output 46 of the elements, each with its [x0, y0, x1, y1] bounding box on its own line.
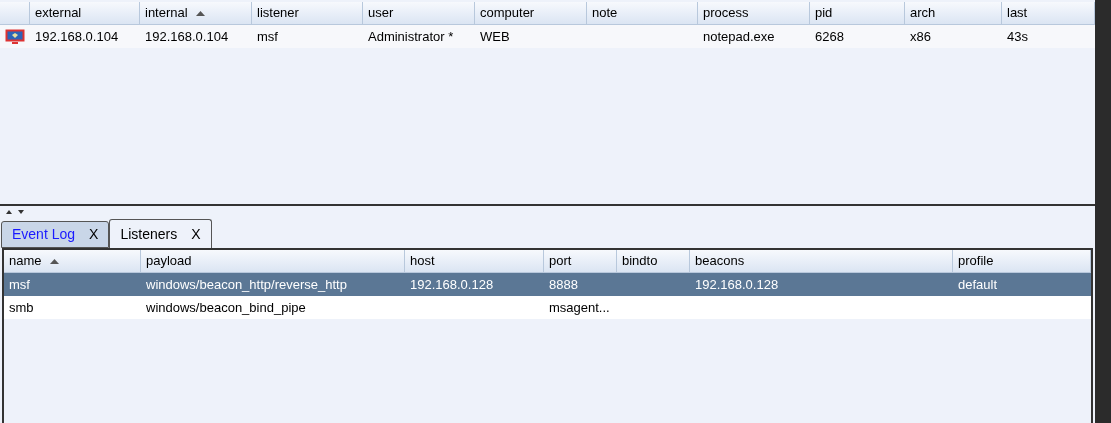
tab[interactable]: Listeners X [109, 219, 212, 248]
table-row[interactable]: smb windows/beacon_bind_pipe msagent... [4, 296, 1091, 319]
column-header[interactable]: computer [475, 2, 587, 24]
table-cell: x86 [910, 28, 931, 44]
expand-down-icon[interactable] [18, 209, 24, 214]
column-header[interactable]: beacons [690, 250, 953, 272]
column-header[interactable]: external [30, 2, 140, 24]
column-header[interactable]: arch [905, 2, 1002, 24]
table-row[interactable]: msf windows/beacon_http/reverse_http 192.168.0.128 8888 192.168.0.128 default [4, 273, 1091, 296]
table-cell: msagent... [549, 299, 610, 315]
sort-ascending-icon [49, 258, 59, 264]
column-header[interactable]: user [363, 2, 475, 24]
column-header[interactable]: pid [810, 2, 905, 24]
table-cell: 6268 [815, 28, 844, 44]
table-cell: notepad.exe [703, 28, 775, 44]
table-cell: default [958, 276, 998, 292]
column-header[interactable]: listener [252, 2, 363, 24]
column-header[interactable]: internal [140, 2, 252, 24]
column-header[interactable]: profile [953, 250, 1091, 272]
column-header[interactable]: process [698, 2, 810, 24]
table-cell: 192.168.0.128 [410, 276, 494, 292]
table-cell: 192.168.0.104 [145, 28, 229, 44]
table-row[interactable]: 192.168.0.104 192.168.0.104 msf Administrator * WEB notepad.exe 6268 x86 43s [0, 25, 1095, 48]
table-cell: WEB [480, 28, 510, 44]
table-cell: 192.168.0.128 [695, 276, 779, 292]
close-tab-button[interactable]: X [191, 223, 201, 245]
table-cell: windows/beacon_bind_pipe [146, 299, 306, 315]
table-cell: 43s [1007, 28, 1028, 44]
column-header[interactable]: port [544, 250, 617, 272]
column-header[interactable]: name [4, 250, 141, 272]
table-cell: windows/beacon_http/reverse_http [146, 276, 347, 292]
table-cell: 8888 [549, 276, 578, 292]
tab[interactable]: Event Log X [1, 221, 110, 248]
table-cell: msf [257, 28, 278, 44]
column-header[interactable]: payload [141, 250, 405, 272]
table-cell: smb [9, 299, 34, 315]
column-header[interactable]: bindto [617, 250, 690, 272]
table-cell: 192.168.0.104 [35, 28, 119, 44]
table-cell: Administrator * [368, 28, 454, 44]
expand-up-icon[interactable] [6, 209, 12, 214]
column-header[interactable]: host [405, 250, 544, 272]
computer-icon [5, 29, 25, 44]
table-cell: msf [9, 276, 30, 292]
sort-ascending-icon [195, 10, 205, 16]
column-header[interactable]: note [587, 2, 698, 24]
close-tab-button[interactable]: X [89, 224, 99, 245]
